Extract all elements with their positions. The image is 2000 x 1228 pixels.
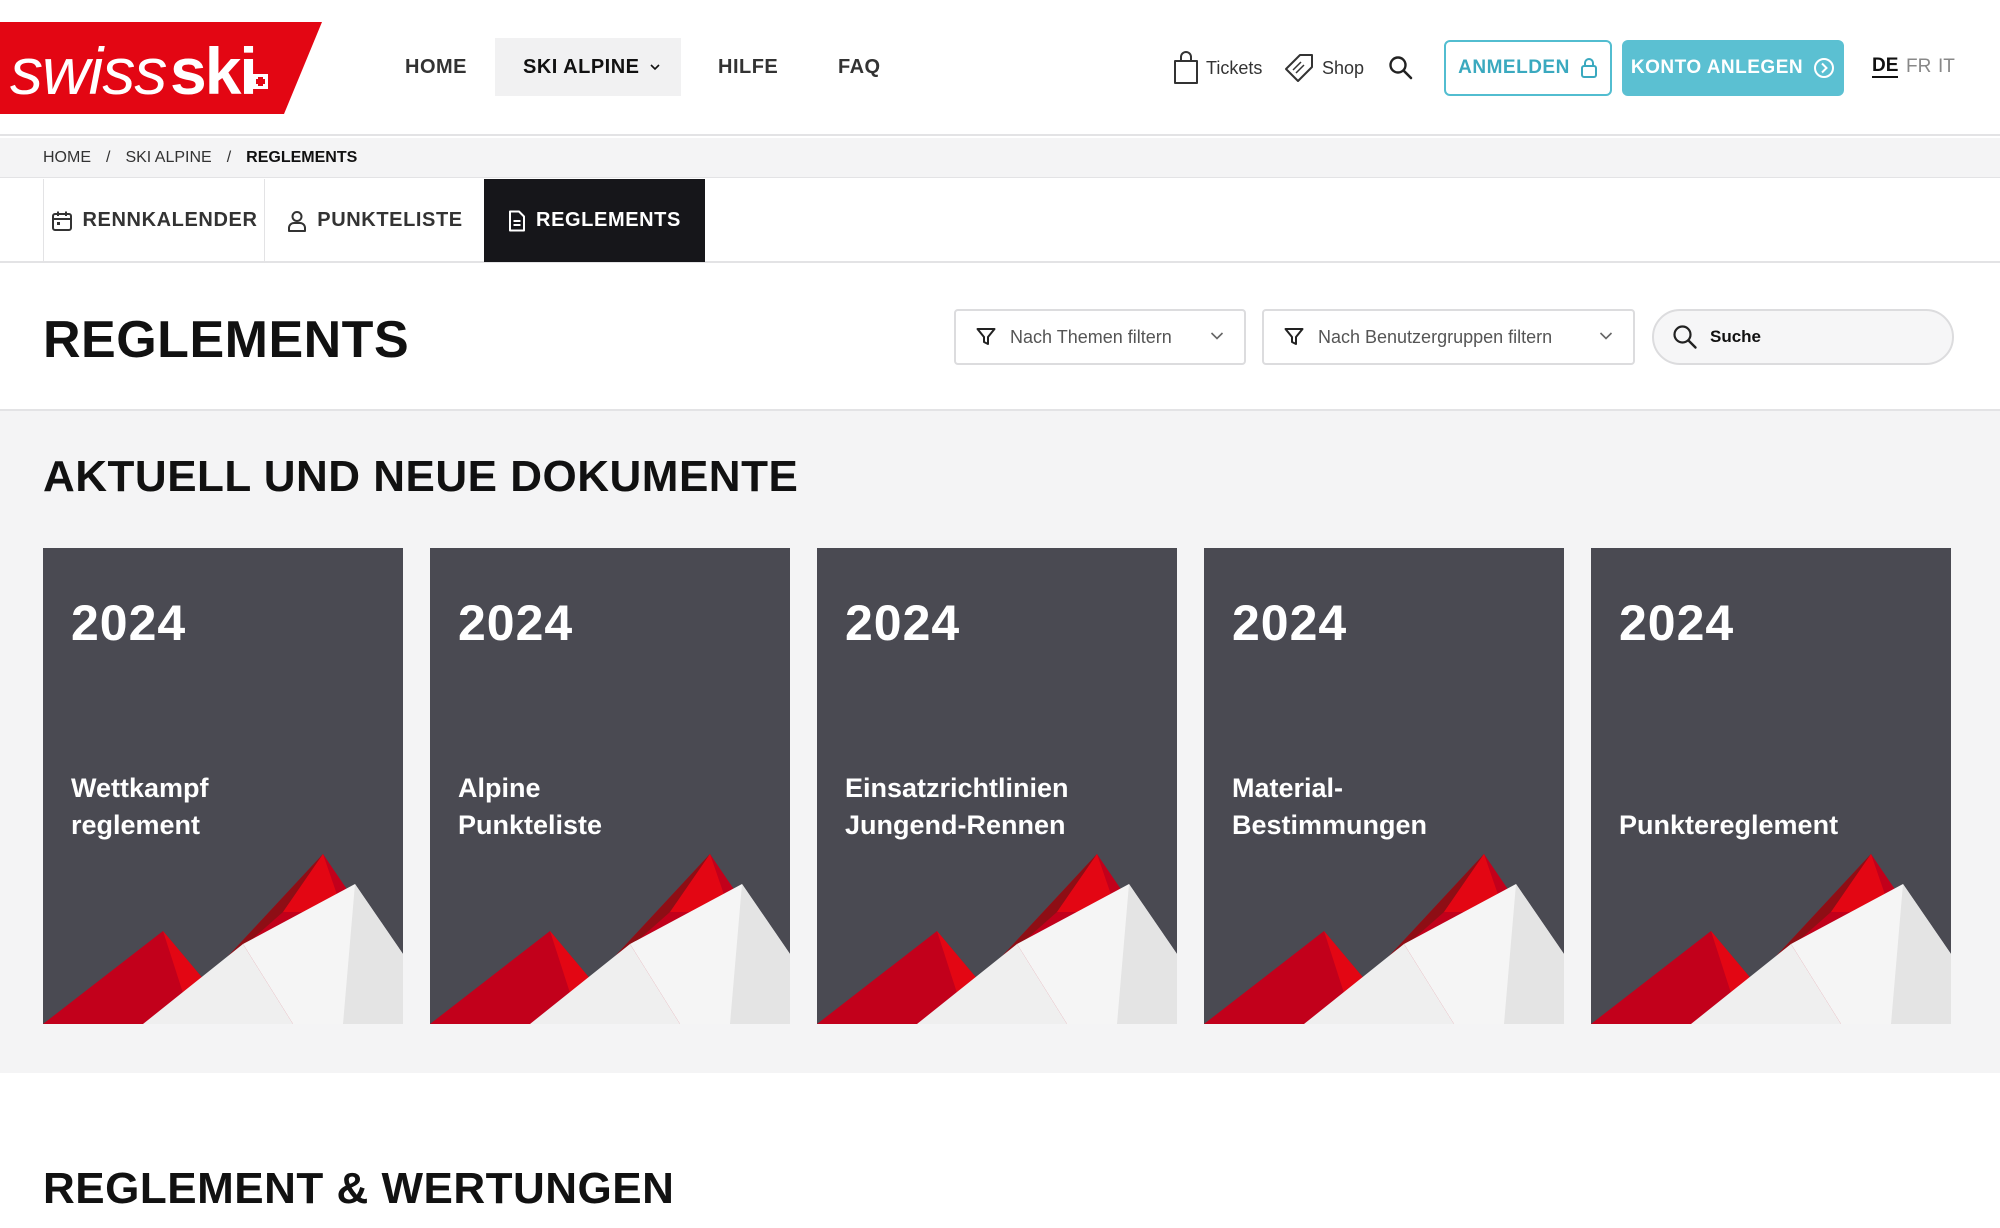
- tab-reglements-label: REGLEMENTS: [536, 209, 681, 231]
- tickets-link[interactable]: Tickets: [1172, 48, 1262, 88]
- document-card[interactable]: 2024 Punktereglement: [1591, 548, 1951, 1024]
- usergroup-filter-dropdown[interactable]: Nach Benutzergruppen filtern: [1262, 309, 1635, 365]
- svg-text:swiss: swiss: [10, 34, 166, 108]
- card-year: 2024: [458, 595, 574, 651]
- search-icon: [1389, 56, 1413, 80]
- breadcrumb-home[interactable]: HOME: [43, 149, 91, 167]
- breadcrumb-ski-alpine[interactable]: SKI ALPINE: [125, 149, 211, 167]
- breadcrumb-current: REGLEMENTS: [246, 148, 358, 166]
- swissski-logo[interactable]: swiss ski: [0, 22, 322, 114]
- nav-ski-alpine[interactable]: SKI ALPINE: [495, 38, 681, 96]
- mountain-graphic: [43, 854, 403, 1024]
- lock-icon: [1580, 58, 1597, 78]
- mountain-graphic: [1591, 854, 1951, 1024]
- mountain-graphic: [817, 854, 1177, 1024]
- site-header: swiss ski HOME SKI ALPINE HILFE FAQ Tick…: [0, 0, 2000, 136]
- mountain-graphic: [430, 854, 790, 1024]
- breadcrumb: HOME / SKI ALPINE / REGLEMENTS: [0, 138, 2000, 178]
- language-fr[interactable]: FR: [1906, 56, 1931, 78]
- user-icon: [288, 210, 307, 232]
- tab-rennkalender-label: RENNKALENDER: [82, 209, 258, 231]
- shopping-bag-icon: [1174, 51, 1198, 84]
- card-title-line1: Material-: [1232, 773, 1344, 803]
- login-button[interactable]: ANMELDEN: [1444, 40, 1612, 96]
- card-year: 2024: [1232, 595, 1348, 651]
- create-account-button[interactable]: KONTO ANLEGEN: [1622, 40, 1844, 96]
- language-de[interactable]: DE: [1872, 56, 1899, 78]
- card-year: 2024: [845, 595, 961, 651]
- section-heading-reglement-wertungen: REGLEMENT & WERTUNGEN: [43, 1164, 675, 1213]
- login-label: ANMELDEN: [1458, 57, 1570, 78]
- document-card[interactable]: 2024 Wettkampf reglement: [43, 548, 403, 1024]
- tab-reglements[interactable]: REGLEMENTS: [484, 179, 705, 262]
- topic-filter-label: Nach Themen filtern: [1010, 326, 1172, 347]
- topic-filter-dropdown[interactable]: Nach Themen filtern: [954, 309, 1246, 365]
- section-tabs: RENNKALENDER PUNKTELISTE REGLEMENTS: [0, 179, 2000, 263]
- document-card[interactable]: 2024 Alpine Punkteliste: [430, 548, 790, 1024]
- filter-icon: [976, 328, 996, 345]
- tab-punkteliste[interactable]: PUNKTELISTE: [266, 179, 484, 262]
- chevron-down-icon: [649, 64, 660, 71]
- chevron-down-icon: [1210, 332, 1224, 340]
- calendar-icon: [51, 211, 72, 231]
- document-icon: [509, 210, 526, 231]
- tab-rennkalender[interactable]: RENNKALENDER: [43, 179, 265, 262]
- breadcrumb-separator: /: [106, 148, 111, 166]
- arrow-circle-right-icon: [1814, 58, 1835, 78]
- svg-text:ski: ski: [170, 34, 256, 108]
- card-year: 2024: [1619, 595, 1735, 651]
- card-title-line1: Einsatzrichtlinien: [845, 773, 1069, 803]
- language-it[interactable]: IT: [1938, 56, 1955, 78]
- tab-punkteliste-label: PUNKTELISTE: [317, 209, 463, 231]
- header-search-button[interactable]: [1388, 48, 1420, 88]
- chevron-down-icon: [1599, 332, 1613, 340]
- card-title-line1: Wettkampf: [71, 773, 209, 803]
- document-search-input[interactable]: Suche: [1652, 309, 1954, 365]
- card-title-line1: Alpine: [458, 773, 541, 803]
- create-account-label: KONTO ANLEGEN: [1630, 57, 1804, 78]
- shop-link[interactable]: Shop: [1282, 48, 1364, 88]
- card-year: 2024: [71, 595, 187, 651]
- filter-icon: [1284, 328, 1304, 345]
- search-icon: [1673, 325, 1697, 349]
- breadcrumb-separator: /: [226, 148, 232, 166]
- nav-faq[interactable]: FAQ: [838, 38, 881, 96]
- nav-ski-alpine-label: SKI ALPINE: [523, 55, 640, 78]
- page-title: REGLEMENTS: [43, 311, 410, 369]
- document-card[interactable]: 2024 Material- Bestimmungen: [1204, 548, 1564, 1024]
- ticket-tag-icon: [1285, 54, 1313, 82]
- mountain-graphic: [1204, 854, 1564, 1024]
- tickets-label: Tickets: [1206, 57, 1263, 78]
- document-card[interactable]: 2024 Einsatzrichtlinien Jungend-Rennen: [817, 548, 1177, 1024]
- section-heading-current-documents: AKTUELL UND NEUE DOKUMENTE: [43, 452, 799, 501]
- usergroup-filter-label: Nach Benutzergruppen filtern: [1318, 326, 1553, 347]
- nav-home[interactable]: HOME: [405, 38, 467, 96]
- nav-hilfe[interactable]: HILFE: [718, 38, 778, 96]
- search-placeholder: Suche: [1710, 327, 1762, 346]
- shop-label: Shop: [1322, 57, 1365, 78]
